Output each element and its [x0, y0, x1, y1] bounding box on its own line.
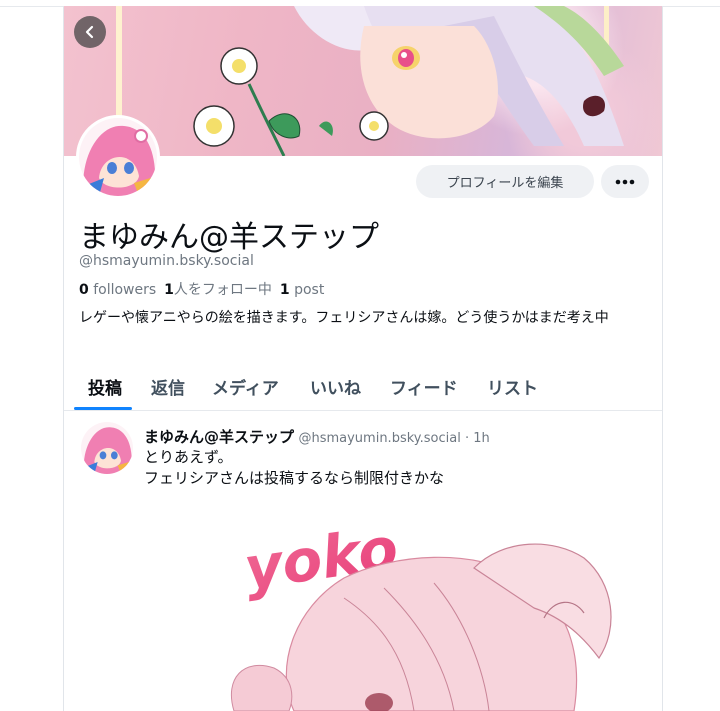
more-options-button[interactable] [601, 165, 649, 198]
profile-column: プロフィールを編集 まゆみん@羊ステップ @hsmayumin.bsky.soc… [63, 6, 663, 711]
flower-2 [193, 105, 235, 147]
posts-label: post [294, 282, 325, 298]
post-author-avatar[interactable] [81, 422, 133, 474]
more-dots-icon [615, 179, 635, 184]
tab-media[interactable]: メディア [212, 374, 279, 399]
posts-stat: 1 post [280, 282, 324, 298]
tab-lists[interactable]: リスト [487, 374, 538, 399]
post-header: まゆみん@羊ステップ @hsmayumin.bsky.social · 1h [144, 426, 490, 447]
post-line-2: フェリシアさんは投稿するなら制限付きかな [144, 469, 445, 487]
profile-bio: レゲーや懐アニやらの絵を描きます。フェリシアさんは嫁。どう使うかはまだ考え中 [79, 310, 609, 326]
followers-count: 0 [79, 282, 89, 298]
followers-link[interactable]: 0 followers [79, 282, 156, 298]
post-line-1: とりあえず。 [144, 448, 233, 466]
active-tab-indicator [74, 407, 132, 410]
followers-label: followers [93, 282, 157, 298]
profile-stats: 0 followers 1人をフォロー中 1 post [79, 279, 324, 299]
profile-avatar[interactable] [76, 115, 160, 199]
posts-count: 1 [279, 282, 290, 298]
post-text: とりあえず。 フェリシアさんは投稿するなら制限付きかな [144, 447, 444, 489]
tab-posts[interactable]: 投稿 [88, 374, 122, 399]
tab-replies[interactable]: 返信 [151, 374, 185, 399]
following-count: 1 [164, 282, 174, 298]
display-name: まゆみん@羊ステップ [79, 220, 379, 255]
following-label: 人をフォロー中 [173, 282, 272, 298]
tab-likes[interactable]: いいね [310, 374, 361, 399]
profile-banner [64, 6, 662, 156]
post-handle-time[interactable]: @hsmayumin.bsky.social · 1h [298, 431, 489, 446]
post-author-name[interactable]: まゆみん@羊ステップ [144, 428, 294, 446]
tab-feeds[interactable]: フィード [390, 374, 458, 399]
flower-1 [220, 47, 258, 85]
banner-illustration [116, 6, 624, 156]
back-arrow-icon [85, 25, 94, 39]
back-button[interactable] [74, 16, 106, 48]
profile-handle: @hsmayumin.bsky.social [79, 253, 254, 269]
edit-profile-button[interactable]: プロフィールを編集 [416, 165, 594, 198]
post-image[interactable]: yoko [144, 498, 662, 711]
following-link[interactable]: 1人をフォロー中 [164, 282, 272, 298]
profile-tabs: 投稿 返信 メディア いいね フィード リスト [64, 362, 662, 411]
